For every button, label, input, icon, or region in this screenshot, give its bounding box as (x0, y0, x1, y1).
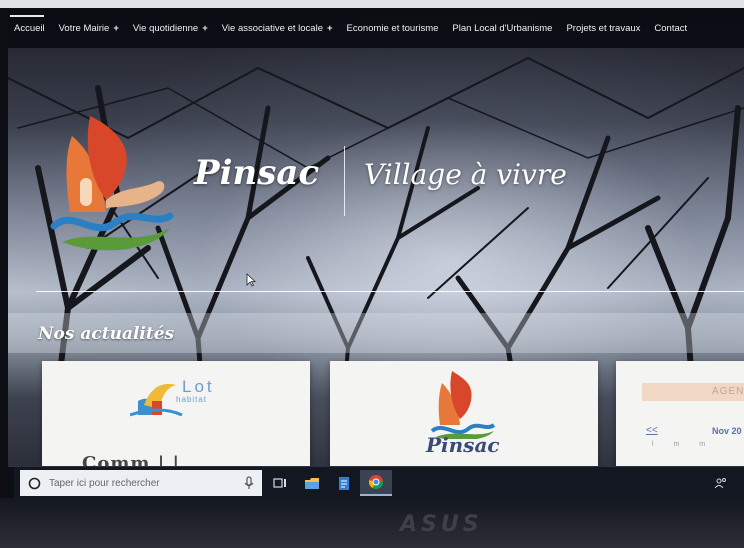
browser-viewport: Accueil Votre Mairie + Vie quotidienne + V… (8, 8, 744, 466)
agenda-card: AGEN << Nov 20 l m m (616, 361, 744, 466)
pinsac-logo[interactable] (44, 116, 180, 256)
chrome-icon[interactable] (360, 470, 392, 496)
task-view-icon[interactable] (266, 470, 294, 496)
monitor-bezel-top (0, 0, 744, 8)
people-icon[interactable] (714, 477, 728, 489)
document-glyph (339, 476, 349, 490)
nav-item-vie-quotidienne[interactable]: Vie quotidienne + (133, 23, 208, 34)
os-taskbar: Taper ici pour rechercher (8, 466, 744, 499)
site-tagline: Village à vivre (364, 158, 567, 191)
expand-plus-icon: + (326, 22, 333, 34)
search-icon (28, 477, 41, 489)
nav-item-vie-associative[interactable]: Vie associative et locale + (222, 23, 333, 34)
expand-plus-icon: + (202, 22, 208, 34)
lot-logo-title: Lot (182, 377, 215, 396)
hero-divider (344, 146, 345, 216)
nav-item-contact[interactable]: Contact (654, 23, 687, 34)
site-title: Pinsac (194, 153, 320, 193)
agenda-prev-link[interactable]: << (646, 425, 658, 436)
chrome-glyph (368, 475, 383, 489)
laptop-brand-logo: ASUS (400, 512, 483, 537)
file-explorer-icon[interactable] (298, 470, 326, 496)
task-view-glyph (273, 478, 286, 488)
active-nav-indicator (10, 15, 44, 17)
nav-item-projets-travaux[interactable]: Projets et travaux (566, 23, 640, 34)
lot-logo-subtitle: habitat (176, 395, 208, 404)
mouse-cursor-icon (246, 273, 256, 287)
taskbar-search-placeholder: Taper ici pour rechercher (49, 477, 160, 489)
folder-glyph (305, 477, 319, 489)
taskbar-search-box[interactable]: Taper ici pour rechercher (20, 470, 262, 496)
start-button[interactable] (8, 467, 14, 499)
nav-item-plu[interactable]: Plan Local d'Urbanisme (452, 23, 552, 34)
nav-item-economie-tourisme[interactable]: Economie et tourisme (347, 23, 439, 34)
news-section-title: Nos actualités (38, 324, 175, 344)
agenda-header: AGEN (642, 383, 744, 401)
news-card-lot-habitat[interactable]: Lot habitat Comm | | (42, 361, 310, 466)
notepad-icon[interactable] (330, 470, 358, 496)
agenda-month: Nov 20 (712, 426, 742, 436)
expand-plus-icon: + (113, 22, 119, 34)
agenda-weekdays: l m m (652, 441, 706, 448)
main-navigation: Accueil Votre Mairie + Vie quotidienne + V… (8, 8, 744, 48)
nav-item-votre-mairie[interactable]: Votre Mairie + (59, 23, 119, 34)
pinsac-mini-title: Pinsac (426, 433, 500, 457)
nav-item-accueil[interactable]: Accueil (14, 23, 45, 34)
laptop-bezel-bottom (0, 498, 744, 548)
mic-icon[interactable] (244, 476, 254, 490)
hero-separator (36, 291, 744, 292)
pinsac-mini-logo (430, 371, 496, 439)
news-card-heading: Comm | | (82, 453, 181, 466)
news-card-pinsac[interactable]: Pinsac (330, 361, 598, 466)
